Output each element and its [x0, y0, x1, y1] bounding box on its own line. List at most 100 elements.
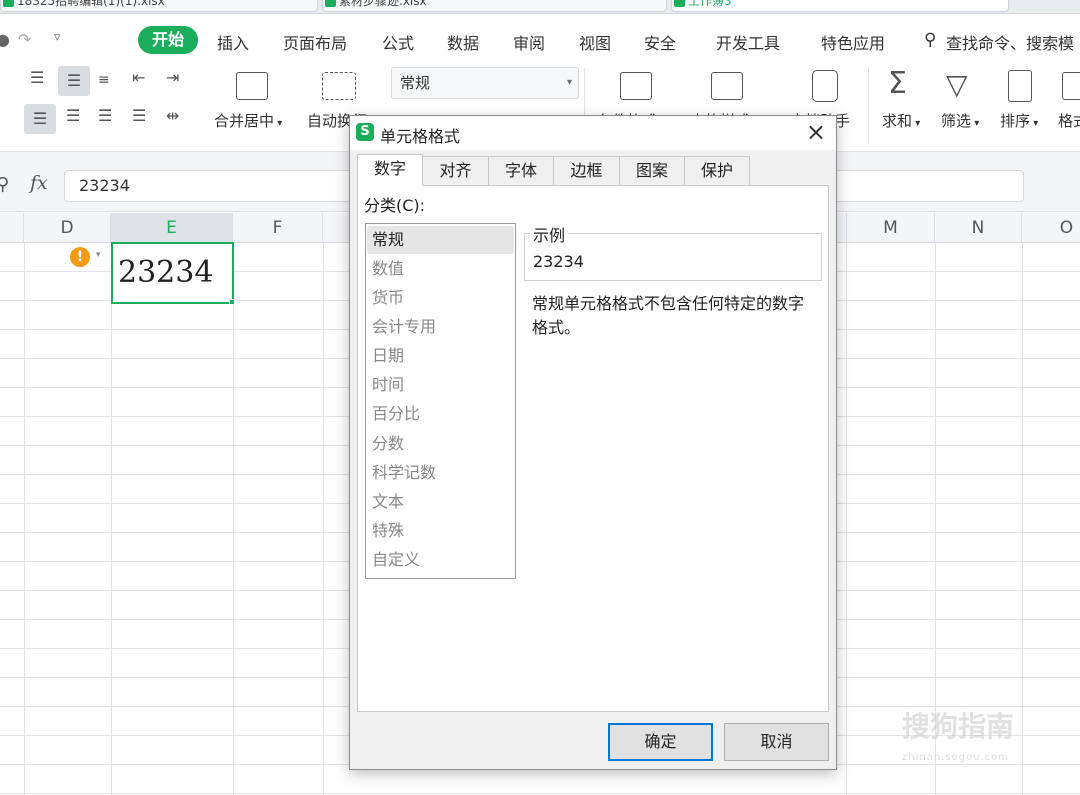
category-item-time[interactable]: 时间: [367, 371, 514, 399]
category-list[interactable]: 常规 数值 货币 会计专用 日期 时间 百分比 分数 科学记数 文本 特殊 自定…: [365, 223, 516, 579]
error-warning-icon[interactable]: !: [70, 247, 90, 267]
menu-start[interactable]: 开始: [138, 26, 198, 54]
zoom-search-icon[interactable]: ⚲: [0, 174, 9, 195]
watermark: 搜狗指南: [902, 710, 1015, 743]
sample-label: 示例: [530, 222, 569, 246]
doc-tab-1[interactable]: 18325招聘编辑(1)(1).xlsx: [0, 0, 318, 12]
customize-toolbar-icon[interactable]: ▿: [54, 30, 61, 45]
column-header-f[interactable]: F: [233, 213, 323, 243]
category-item-percentage[interactable]: 百分比: [367, 400, 514, 428]
category-item-number[interactable]: 数值: [367, 255, 514, 283]
cancel-button[interactable]: 取消: [724, 723, 829, 761]
align-top-icon[interactable]: ☰: [30, 68, 44, 87]
merge-center-button[interactable]: 合并居中 ▾: [214, 110, 282, 131]
column-header-d[interactable]: D: [24, 213, 111, 243]
distributed-align-icon[interactable]: ⇹: [166, 106, 179, 125]
column-header-o[interactable]: O: [1022, 213, 1080, 243]
number-format-select[interactable]: 常规 ▾: [391, 67, 579, 99]
tab-pattern[interactable]: 图案: [619, 156, 685, 185]
category-item-special[interactable]: 特殊: [367, 517, 514, 545]
format-button[interactable]: 格式: [1058, 110, 1080, 131]
sum-button[interactable]: 求和 ▾: [882, 110, 920, 131]
column-header-n[interactable]: N: [935, 213, 1022, 243]
redo-icon[interactable]: ↷: [18, 30, 31, 49]
dialog-titlebar[interactable]: S 单元格格式 ×: [350, 116, 836, 150]
merge-center-icon[interactable]: [236, 72, 268, 100]
column-header-e[interactable]: E: [111, 213, 233, 243]
spreadsheet-app: 18325招聘编辑(1)(1).xlsx 素材步骤迹.xlsx 工作簿3 ● ↷…: [0, 0, 1080, 795]
grid-column-line: [1022, 243, 1023, 795]
menu-special-apps[interactable]: 特色应用: [821, 30, 885, 54]
ok-button[interactable]: 确定: [608, 723, 713, 761]
menu-page-layout[interactable]: 页面布局: [283, 30, 347, 54]
menu-formulas[interactable]: 公式: [382, 30, 414, 54]
column-header-m[interactable]: M: [846, 213, 935, 243]
tab-alignment[interactable]: 对齐: [422, 156, 489, 185]
increase-indent-icon[interactable]: ⇥: [166, 68, 179, 87]
sample-value: 23234: [533, 252, 584, 271]
category-item-accounting[interactable]: 会计专用: [367, 313, 514, 341]
sum-label: 求和: [882, 112, 913, 130]
tab-number[interactable]: 数字: [357, 154, 423, 186]
grid-column-line: [24, 243, 25, 795]
format-description: 常规单元格格式不包含任何特定的数字格式。: [532, 294, 805, 337]
menu-view[interactable]: 视图: [579, 30, 611, 54]
align-bottom-icon[interactable]: ≡: [98, 72, 110, 88]
tab-font[interactable]: 字体: [488, 156, 554, 185]
format-icon[interactable]: [1062, 72, 1080, 100]
conditional-format-icon[interactable]: [620, 72, 652, 100]
doc-tab-label: 工作簿3: [688, 0, 732, 8]
menu-security[interactable]: 安全: [644, 30, 676, 54]
grid-column-line: [846, 243, 847, 795]
active-cell[interactable]: 23234: [111, 242, 234, 304]
grid-column-line: [323, 243, 324, 795]
merge-center-label: 合并居中: [214, 112, 275, 130]
quick-access-icon[interactable]: ●: [0, 30, 10, 49]
filter-button[interactable]: 筛选 ▾: [941, 110, 979, 131]
watermark-url: zhinan.sogou.com: [902, 752, 1010, 763]
align-right-icon[interactable]: ☰: [98, 106, 112, 125]
chevron-down-icon[interactable]: ▾: [96, 250, 101, 260]
sum-icon[interactable]: Σ: [888, 66, 907, 101]
align-left-icon[interactable]: ☰: [24, 104, 56, 134]
align-center-icon[interactable]: ☰: [66, 106, 80, 125]
command-search[interactable]: 查找命令、搜索模: [946, 30, 1074, 54]
category-item-general[interactable]: 常规: [367, 226, 514, 254]
table-style-icon[interactable]: [711, 72, 743, 100]
category-item-scientific[interactable]: 科学记数: [367, 459, 514, 487]
menu-insert[interactable]: 插入: [217, 30, 249, 54]
category-item-text[interactable]: 文本: [367, 488, 514, 516]
auto-wrap-icon[interactable]: [322, 72, 356, 100]
sheet-file-icon: [674, 0, 685, 7]
number-tab-panel: 分类(C): 常规 数值 货币 会计专用 日期 时间 百分比 分数 科学记数 文…: [357, 185, 829, 712]
category-item-currency[interactable]: 货币: [367, 284, 514, 312]
sort-icon[interactable]: [1008, 70, 1032, 102]
grid-column-line: [233, 243, 234, 795]
category-label: 分类(C):: [364, 196, 426, 215]
filter-icon[interactable]: ▽: [946, 68, 968, 101]
align-middle-icon[interactable]: ☰: [58, 66, 90, 96]
category-item-custom[interactable]: 自定义: [367, 546, 514, 574]
doc-tab-2[interactable]: 素材步骤迹.xlsx: [322, 0, 667, 12]
menu-bar: ● ↷ ▿ 开始 插入 页面布局 公式 数据 审阅 视图 安全 开发工具 特色应…: [0, 14, 1080, 64]
menu-review[interactable]: 审阅: [513, 30, 545, 54]
ribbon-separator: [868, 68, 869, 144]
sheet-file-icon: [325, 0, 336, 7]
doc-tab-3[interactable]: 工作簿3: [671, 0, 1009, 12]
doc-helper-icon[interactable]: [812, 70, 838, 102]
tab-protection[interactable]: 保护: [684, 156, 750, 185]
sort-label: 排序: [1000, 112, 1031, 130]
tab-border[interactable]: 边框: [553, 156, 620, 185]
decrease-indent-icon[interactable]: ⇤: [132, 68, 145, 87]
wps-logo-icon: S: [356, 123, 374, 141]
category-item-date[interactable]: 日期: [367, 342, 514, 370]
category-item-fraction[interactable]: 分数: [367, 430, 514, 458]
menu-developer[interactable]: 开发工具: [716, 30, 780, 54]
close-icon[interactable]: ×: [806, 118, 826, 146]
fx-icon[interactable]: fx: [30, 172, 48, 194]
menu-data[interactable]: 数据: [447, 30, 479, 54]
justify-icon[interactable]: ☰: [132, 106, 146, 125]
fill-handle[interactable]: [229, 299, 235, 305]
sort-button[interactable]: 排序 ▾: [1000, 110, 1038, 131]
sheet-file-icon: [3, 0, 14, 7]
